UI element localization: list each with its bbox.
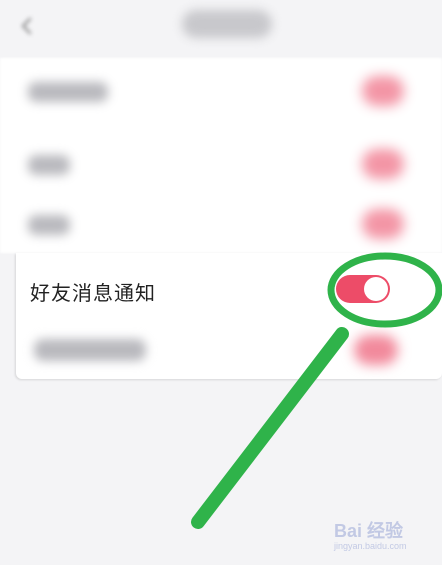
settings-row-label: [28, 215, 70, 235]
friend-message-notification-toggle[interactable]: [336, 275, 390, 303]
watermark-url: jingyan.baidu.com: [334, 541, 407, 551]
friend-message-notification-label: 好友消息通知: [30, 283, 156, 305]
settings-row-label: [34, 339, 146, 361]
settings-card-friend-messages: 好友消息通知: [16, 253, 442, 379]
toggle-switch[interactable]: [354, 335, 398, 365]
settings-row-label: [28, 155, 70, 175]
settings-row-label: [28, 82, 108, 102]
watermark-logo: Bai 经验: [334, 521, 404, 541]
back-arrow-icon[interactable]: [16, 15, 38, 37]
watermark: Bai 经验 jingyan.baidu.com: [334, 517, 434, 557]
page-title: [182, 10, 272, 38]
toggle-switch[interactable]: [362, 209, 404, 239]
header-bar: [0, 0, 442, 50]
settings-row[interactable]: [0, 131, 442, 196]
settings-row[interactable]: [0, 191, 442, 256]
toggle-knob: [364, 277, 388, 301]
settings-row[interactable]: [0, 58, 442, 123]
settings-card-top: [0, 58, 442, 253]
toggle-switch[interactable]: [362, 149, 404, 179]
toggle-switch[interactable]: [362, 76, 404, 106]
